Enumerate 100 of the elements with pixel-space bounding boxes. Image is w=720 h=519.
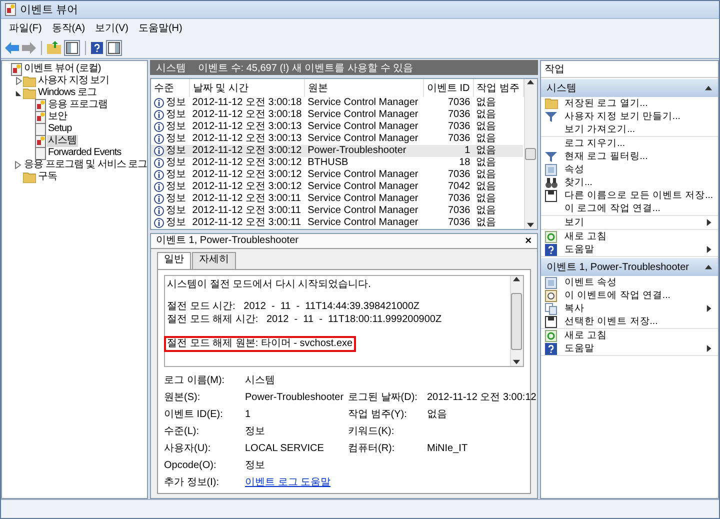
level-text: 정보 xyxy=(166,97,186,109)
event-title: 이벤트 1, Power-Troubleshooter xyxy=(156,235,298,247)
tree-item[interactable]: 이벤트 뷰어 (로컬) xyxy=(23,63,102,75)
column-header[interactable]: 수준 xyxy=(151,79,190,97)
tree-item[interactable]: 응용 프로그램 및 서비스 로그 xyxy=(23,159,148,171)
column-header[interactable]: 날짜 및 시간 xyxy=(189,79,305,97)
close-button[interactable]: × xyxy=(525,235,532,247)
action-item[interactable]: 복사 xyxy=(540,302,718,315)
event-row[interactable]: 정보 2012-11-12 오전 3:00:13 Service Control Manager 7036 없음 xyxy=(151,121,524,133)
field-label: 로그 이름(M): xyxy=(164,375,226,387)
menu-item[interactable]: 보기(V) xyxy=(95,21,128,35)
level-text: 정보 xyxy=(166,205,186,217)
scrollbar[interactable] xyxy=(510,276,523,366)
action-item[interactable]: 이 이벤트에 작업 연결... xyxy=(540,289,718,302)
action-item[interactable]: 새로 고침 xyxy=(540,329,718,342)
event-row[interactable]: 정보 2012-11-12 오전 3:00:12 Service Control Manager 7036 없음 xyxy=(151,169,524,181)
back-icon[interactable] xyxy=(5,42,19,54)
tree-item[interactable]: 시스템 xyxy=(47,135,78,147)
column-header[interactable]: 원본 xyxy=(304,79,424,97)
event-id-cell-text: 7036 xyxy=(446,121,472,133)
action-item[interactable]: 선택한 이벤트 저장... xyxy=(540,315,718,328)
tab[interactable]: 자세히 xyxy=(192,252,236,269)
tab[interactable]: 일반 xyxy=(157,252,191,269)
action-item[interactable]: 저장된 로그 열기... xyxy=(540,97,718,110)
category-cell-text: 없음 xyxy=(475,217,498,229)
menu-item[interactable]: 파일(F) xyxy=(9,21,42,35)
tree-item[interactable]: 보안 xyxy=(47,111,68,123)
tree-item[interactable]: Setup xyxy=(47,123,73,135)
expand-arrow[interactable] xyxy=(15,161,21,169)
action-item[interactable]: 다른 이름으로 모든 이벤트 저장... xyxy=(540,189,718,202)
event-row[interactable]: 정보 2012-11-12 오전 3:00:12 Power-Troubleshooter 1 없음 xyxy=(151,145,524,157)
menu-item[interactable]: 동작(A) xyxy=(52,21,86,35)
event-row[interactable]: 정보 2012-11-12 오전 3:00:11 Service Control Manager 7036 없음 xyxy=(151,217,524,229)
action-item[interactable]: 이벤트 속성 xyxy=(540,276,718,289)
log-icon xyxy=(5,3,16,16)
caret-icon[interactable] xyxy=(705,84,712,92)
date-cell: 2012-11-12 오전 3:00:13 xyxy=(189,133,305,145)
event-row[interactable]: 정보 2012-11-12 오전 3:00:11 Service Control Manager 7036 없음 xyxy=(151,193,524,205)
collapse-arrow[interactable] xyxy=(15,90,22,96)
section-header[interactable]: 이벤트 1, Power-Troubleshooter xyxy=(540,258,718,276)
caret-icon[interactable] xyxy=(705,264,712,270)
source-cell-text: Service Control Manager xyxy=(306,169,420,181)
tree-item[interactable]: 응용 프로그램 xyxy=(47,99,108,111)
log-icon xyxy=(35,134,46,148)
column-header[interactable]: 작업 범주 xyxy=(473,79,524,97)
action-item[interactable]: 로그 지우기... xyxy=(540,137,718,150)
action-item[interactable]: 새로 고침 xyxy=(540,230,718,243)
level-text: 정보 xyxy=(166,133,186,145)
page-icon xyxy=(35,146,46,160)
scroll-down-icon[interactable] xyxy=(513,359,520,366)
field-value: 1 xyxy=(245,409,252,421)
section-header[interactable]: 시스템 xyxy=(540,79,718,97)
action-item[interactable]: 찾기... xyxy=(540,176,718,189)
field-value: 2012-11-12 오전 3:00:12 xyxy=(427,392,536,404)
column-header[interactable]: 이벤트 ID xyxy=(423,79,474,97)
event-row[interactable]: 정보 2012-11-12 오전 3:00:12 Service Control Manager 7042 없음 xyxy=(151,181,524,193)
scroll-thumb[interactable] xyxy=(511,292,522,350)
window-title: 이벤트 뷰어 xyxy=(20,3,78,17)
action-item[interactable]: 도움말 xyxy=(540,342,718,355)
scroll-thumb[interactable] xyxy=(525,148,536,160)
action-item[interactable]: 이 로그에 작업 연결... xyxy=(540,202,718,215)
expand-arrow[interactable] xyxy=(16,77,22,85)
tree-item[interactable]: Forwarded Events xyxy=(47,147,122,159)
scroll-up-icon[interactable] xyxy=(513,276,520,283)
help-link[interactable]: 이벤트 로그 도움말 xyxy=(245,477,331,488)
tree-item[interactable]: 구독 xyxy=(37,171,58,183)
info-icon xyxy=(154,98,164,108)
action-item[interactable]: 도움말 xyxy=(540,243,718,256)
action-item[interactable]: 보기 가져오기... xyxy=(540,123,718,136)
date-cell: 2012-11-12 오전 3:00:18 xyxy=(189,97,305,109)
help-icon xyxy=(544,342,557,354)
event-row[interactable]: 정보 2012-11-12 오전 3:00:18 Service Control Manager 7036 없음 xyxy=(151,109,524,121)
event-row[interactable]: 정보 2012-11-12 오전 3:00:18 Service Control Manager 7036 없음 xyxy=(151,97,524,109)
field-value: Power-Troubleshooter xyxy=(245,392,345,404)
scroll-up-icon[interactable] xyxy=(527,79,534,86)
tree-item[interactable]: 사용자 지정 보기 xyxy=(37,75,110,87)
message-text: 절전 모드 해제 원본: 타이머 - svchost.exe xyxy=(167,338,353,350)
tree-item[interactable]: Windows 로그 xyxy=(37,87,98,99)
event-row[interactable]: 정보 2012-11-12 오전 3:00:12 BTHUSB 18 없음 xyxy=(151,157,524,169)
action-item[interactable]: 보기 xyxy=(540,216,718,229)
pane-button[interactable] xyxy=(64,40,80,56)
info-icon xyxy=(154,110,164,120)
scroll-down-icon[interactable] xyxy=(527,222,534,229)
folder-up-icon[interactable] xyxy=(47,41,61,54)
action-item[interactable]: 사용자 지정 보기 만들기... xyxy=(540,110,718,123)
help-icon xyxy=(544,244,557,256)
action-item[interactable]: 속성 xyxy=(540,163,718,176)
source-cell-text: Service Control Manager xyxy=(306,121,420,133)
field-value: MiNIe_IT xyxy=(427,443,469,455)
source-cell-text: Service Control Manager xyxy=(306,181,420,193)
action-item[interactable]: 현재 로그 필터링... xyxy=(540,150,718,163)
event-row[interactable]: 정보 2012-11-12 오전 3:00:13 Service Control Manager 7036 없음 xyxy=(151,133,524,145)
menu-item[interactable]: 도움말(H) xyxy=(138,21,182,35)
folder-icon xyxy=(23,88,36,98)
log-icon xyxy=(11,62,22,76)
scrollbar[interactable] xyxy=(524,79,537,229)
pane-button[interactable] xyxy=(106,40,122,56)
info-icon xyxy=(154,194,164,204)
field-value: 시스템 xyxy=(245,375,276,387)
event-row[interactable]: 정보 2012-11-12 오전 3:00:11 Service Control Manager 7036 없음 xyxy=(151,205,524,217)
